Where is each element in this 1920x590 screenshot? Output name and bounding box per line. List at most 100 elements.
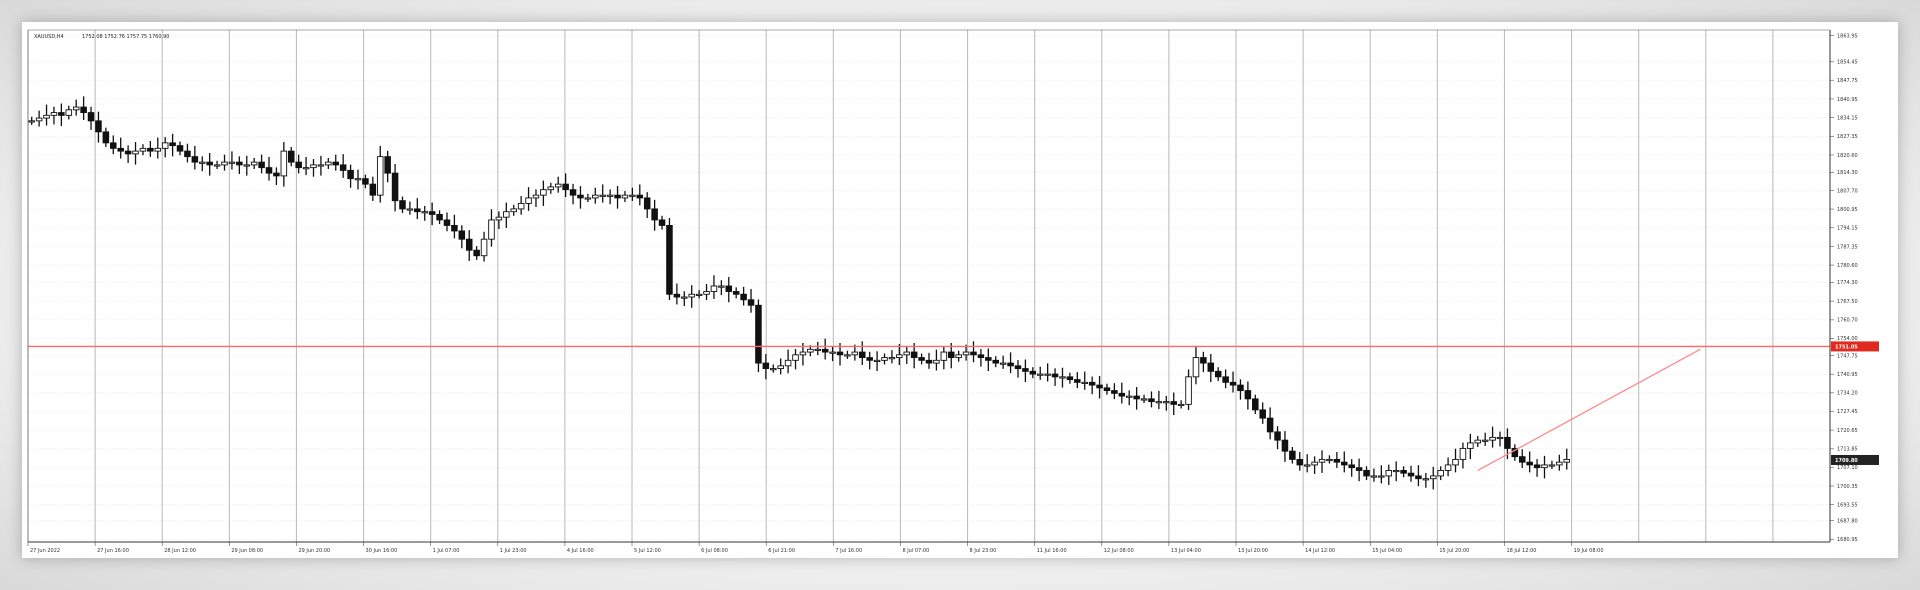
candle-body	[858, 351, 866, 359]
candle-body	[95, 120, 102, 133]
candle-body	[236, 161, 243, 166]
y-tick-label: 1863.95	[1837, 33, 1858, 39]
candle-body	[443, 219, 451, 226]
ohlc-readout: 1752.08 1752.76 1757.75 1760.90	[82, 34, 169, 40]
x-tick-label: 6 Jul 21:00	[768, 548, 795, 554]
candle-body	[1533, 464, 1541, 469]
candle-body	[213, 164, 221, 167]
candle-body	[414, 208, 421, 213]
x-tick-label: 15 Jul 20:00	[1439, 548, 1469, 554]
candle-body	[1407, 472, 1415, 477]
candle-body	[1289, 450, 1296, 460]
candle-body	[896, 354, 903, 359]
candle-body	[510, 208, 517, 213]
candle-body	[354, 178, 362, 181]
candle-body	[651, 208, 658, 221]
candle-body	[1318, 458, 1326, 463]
y-tick-label: 1734.20	[1837, 391, 1858, 397]
candle-body	[302, 167, 310, 170]
candle-body	[495, 216, 503, 221]
candle-body	[1437, 469, 1444, 477]
candle-body	[139, 147, 147, 152]
candle-body	[1563, 458, 1571, 463]
x-tick-label: 13 Jul 20:00	[1238, 548, 1268, 554]
candle-body	[72, 106, 80, 111]
y-tick-label: 1747.75	[1837, 353, 1858, 359]
candle-body	[962, 351, 970, 356]
candle-body	[681, 296, 688, 299]
candle-body	[1022, 368, 1029, 372]
candle-body	[1385, 469, 1393, 477]
candle-body	[406, 208, 414, 211]
symbol-header: XAUUSD,H4	[34, 34, 64, 40]
candle-body	[1489, 436, 1496, 441]
candle-body	[740, 293, 747, 301]
candle-body	[65, 109, 73, 116]
candle-body	[347, 169, 354, 180]
candle-body	[792, 354, 799, 361]
candle-body	[43, 114, 50, 119]
candle-body	[280, 150, 288, 177]
candle-body	[1170, 401, 1177, 405]
y-tick-label: 1847.75	[1837, 78, 1858, 84]
candle-body	[50, 112, 58, 116]
candle-body	[1429, 475, 1437, 480]
candle-body	[866, 357, 873, 361]
candle-body	[35, 117, 43, 122]
candle-body	[503, 211, 510, 218]
horizontal-line-label: 1751.05	[1835, 344, 1858, 350]
y-tick-label: 1680.95	[1837, 537, 1858, 543]
candle-body	[829, 351, 836, 354]
candle-body	[777, 365, 784, 370]
candle-body	[636, 194, 644, 199]
candle-body	[799, 351, 807, 356]
candle-body	[391, 172, 399, 202]
candle-body	[1222, 376, 1229, 383]
candle-body	[725, 285, 733, 292]
candle-body	[1303, 464, 1311, 467]
x-tick-label: 1 Jul 23:00	[500, 548, 527, 554]
y-tick-label: 1740.95	[1837, 372, 1858, 378]
y-tick-label: 1727.45	[1837, 409, 1858, 415]
candlestick-chart[interactable]: 1751.05 1709.80 1863.95 1854.45 1847.75 1840…	[22, 22, 1898, 558]
candle-body	[1415, 475, 1422, 480]
candle-body	[1556, 461, 1563, 466]
candle-body	[784, 359, 792, 367]
candle-body	[1081, 381, 1088, 384]
y-tick-label: 1814.30	[1837, 170, 1858, 176]
candle-body	[206, 161, 213, 166]
candle-body	[1155, 401, 1163, 404]
candle-body	[1088, 381, 1096, 386]
candle-body	[1274, 431, 1281, 441]
candle-body	[488, 219, 495, 240]
candle-body	[1266, 417, 1274, 433]
candle-body	[1096, 384, 1103, 389]
y-tick-label: 1760.70	[1837, 318, 1858, 324]
y-tick-label: 1787.35	[1837, 244, 1858, 250]
x-tick-label: 19 Jul 08:00	[1574, 548, 1604, 554]
x-tick-label: 7 Jul 16:00	[835, 548, 862, 554]
candle-body	[547, 186, 555, 191]
candle-body	[258, 161, 265, 169]
candle-body	[1333, 458, 1341, 463]
candle-body	[970, 351, 977, 356]
candle-body	[525, 197, 532, 204]
candle-body	[1422, 478, 1430, 481]
candle-body	[666, 224, 673, 295]
candle-body	[1392, 469, 1400, 473]
candle-body	[606, 194, 614, 197]
candle-body	[1363, 469, 1370, 477]
candle-body	[221, 161, 228, 166]
candle-body	[947, 351, 955, 359]
candle-body	[332, 161, 340, 166]
candle-body	[1163, 401, 1170, 404]
candle-body	[1007, 362, 1014, 367]
candle-body	[888, 357, 896, 360]
y-tick-label: 1774.30	[1837, 280, 1858, 286]
candle-body	[821, 348, 829, 353]
candle-body	[755, 304, 762, 364]
candle-body	[384, 156, 391, 174]
candle-body	[1281, 439, 1289, 452]
candle-body	[1066, 376, 1074, 381]
y-tick-label: 1720.65	[1837, 428, 1858, 434]
